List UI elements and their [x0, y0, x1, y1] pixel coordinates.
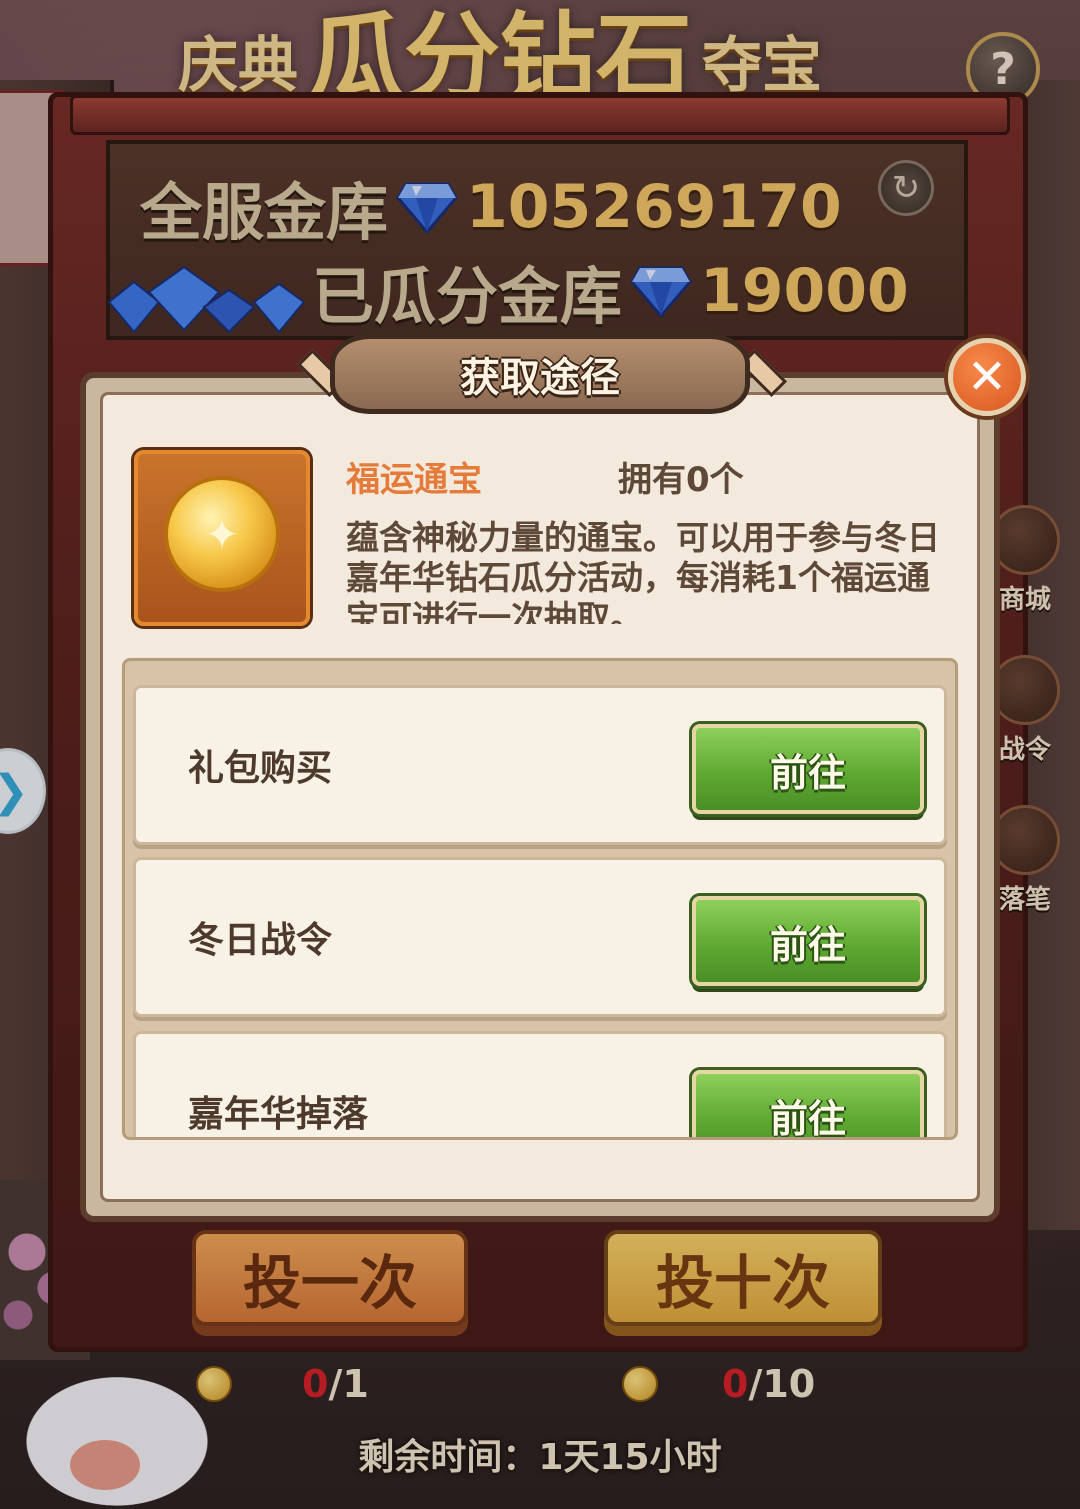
item-description: 蕴含神秘力量的通宝。可以用于参与冬日嘉年华钻石瓜分活动，每消耗1个福运通宝可进行… [346, 518, 940, 624]
item-owned-count: 拥有0个 [618, 460, 744, 500]
list-item: 冬日战令 前往 [133, 857, 947, 1017]
item-description-scroll[interactable]: 蕴含神秘力量的通宝。可以用于参与冬日嘉年华钻石瓜分活动，每消耗1个福运通宝可进行… [346, 518, 956, 624]
lucky-coin-icon: ✦ [164, 476, 280, 592]
close-button[interactable]: ✕ [948, 338, 1026, 416]
go-button[interactable]: 前往 [692, 1070, 924, 1140]
list-item: 嘉年华掉落 前往 [133, 1031, 947, 1140]
source-label: 嘉年华掉落 [188, 1094, 369, 1135]
close-icon: ✕ [966, 349, 1008, 405]
go-button-label: 前往 [769, 922, 846, 967]
source-label: 礼包购买 [188, 748, 333, 789]
go-button[interactable]: 前往 [692, 896, 924, 986]
source-list[interactable]: 礼包购买 前往 冬日战令 前往 嘉年华掉落 前往 [122, 658, 958, 1140]
go-button[interactable]: 前往 [692, 724, 924, 814]
source-label: 冬日战令 [188, 920, 333, 961]
go-button-label: 前往 [769, 1096, 846, 1140]
acquire-modal-title-text: 获取途径 [460, 355, 620, 401]
go-button-label: 前往 [769, 750, 846, 795]
item-name: 福运通宝 [346, 460, 482, 500]
acquire-modal-title: 获取途径 [330, 334, 750, 414]
list-item: 礼包购买 前往 [133, 685, 947, 845]
